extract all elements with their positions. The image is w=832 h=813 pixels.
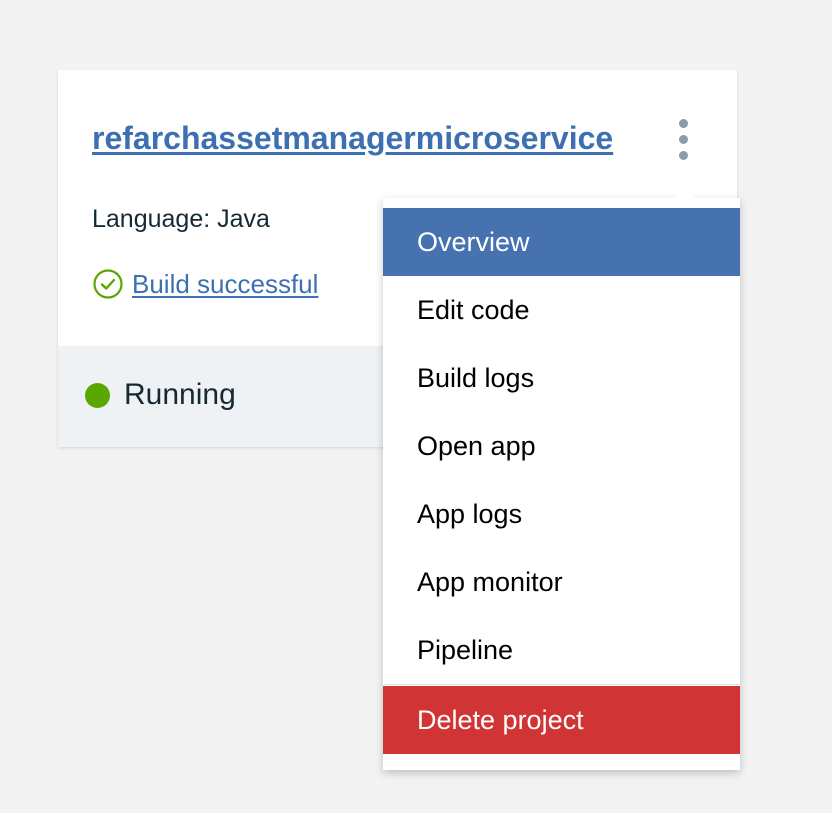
overflow-menu: Overview Edit code Build logs Open app A…: [383, 198, 740, 770]
menu-item-pipeline[interactable]: Pipeline: [383, 616, 740, 684]
overflow-menu-icon[interactable]: [672, 118, 696, 162]
language-label: Language: Java: [92, 205, 270, 233]
checkmark-circle-icon: [93, 269, 123, 299]
menu-item-app-monitor[interactable]: App monitor: [383, 548, 740, 616]
menu-item-overview[interactable]: Overview: [383, 208, 740, 276]
menu-item-delete-project[interactable]: Delete project: [383, 686, 740, 754]
build-status: Build successful: [92, 268, 318, 300]
run-status-label: Running: [124, 378, 236, 411]
project-name-link[interactable]: refarchassetmanagermicroservice: [92, 120, 613, 157]
kebab-dot: [679, 119, 688, 128]
kebab-dot: [679, 135, 688, 144]
status-dot-icon: [85, 383, 110, 408]
menu-item-open-app[interactable]: Open app: [383, 412, 740, 480]
menu-caret: [675, 186, 695, 198]
menu-item-edit-code[interactable]: Edit code: [383, 276, 740, 344]
menu-item-build-logs[interactable]: Build logs: [383, 344, 740, 412]
menu-divider: [383, 684, 740, 685]
menu-item-app-logs[interactable]: App logs: [383, 480, 740, 548]
kebab-dot: [679, 151, 688, 160]
build-status-link[interactable]: Build successful: [132, 269, 318, 300]
